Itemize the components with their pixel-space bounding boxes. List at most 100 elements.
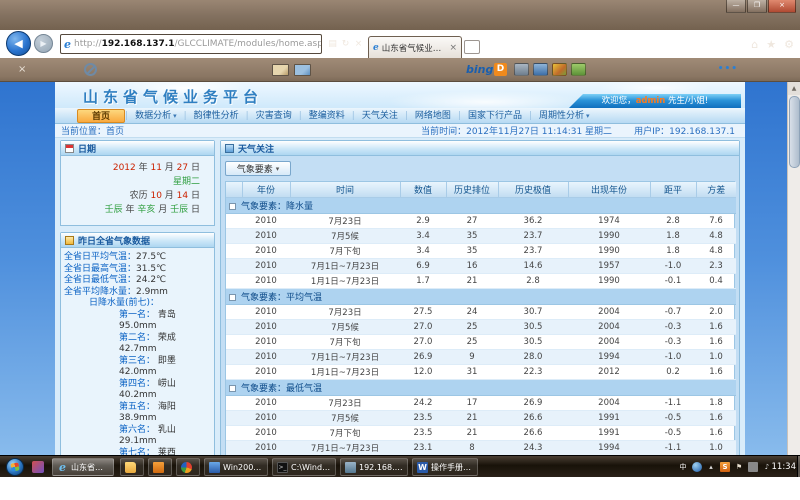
table-cell: -0.7 bbox=[650, 305, 696, 320]
forward-button[interactable]: ▶ bbox=[34, 34, 53, 53]
nav-item-8[interactable]: 周期性分析▾ bbox=[532, 109, 597, 123]
close-button[interactable]: × bbox=[768, 0, 796, 13]
palette-icon[interactable] bbox=[552, 63, 567, 76]
browser-tab[interactable]: e 山东省气候业务平... × bbox=[368, 36, 462, 58]
bing-logo[interactable]: bing bbox=[466, 63, 493, 76]
taskbar-button-circle[interactable] bbox=[176, 458, 200, 476]
group-checkbox[interactable] bbox=[229, 203, 236, 210]
group-title: 气象要素：最低气温 bbox=[241, 384, 322, 394]
table-cell: -1.1 bbox=[650, 396, 696, 411]
date-line: 星期二 bbox=[65, 175, 200, 189]
table-cell: -0.5 bbox=[650, 411, 696, 426]
table-cell: 0.2 bbox=[650, 365, 696, 380]
messenger-icon[interactable] bbox=[533, 63, 548, 76]
taskbar-button-blue[interactable]: Win2008 (VS2... bbox=[204, 458, 268, 476]
table-cell: 1994 bbox=[568, 350, 650, 365]
start-button[interactable] bbox=[6, 458, 24, 476]
quick-launch-icon[interactable] bbox=[32, 461, 44, 473]
table-cell: 21 bbox=[446, 274, 498, 289]
table-cell: 26.6 bbox=[498, 411, 568, 426]
nav-dropdown-caret-icon: ▾ bbox=[586, 112, 590, 120]
table-cell: 30.5 bbox=[498, 320, 568, 335]
tools-gear-icon[interactable]: ⚙ bbox=[784, 38, 794, 51]
nav-item-4[interactable]: 整编资料 bbox=[302, 109, 352, 123]
table-cell: -1.0 bbox=[650, 350, 696, 365]
table-cell: 2010 bbox=[242, 335, 290, 350]
taskbar-button-remote[interactable]: 192.168.59.99... bbox=[340, 458, 408, 476]
taskbar-button-folder[interactable] bbox=[120, 458, 144, 476]
taskbar-button-word[interactable]: W操作手册.docx ... bbox=[412, 458, 478, 476]
blocked-content-icon[interactable] bbox=[84, 63, 97, 76]
group-checkbox[interactable] bbox=[229, 385, 236, 392]
taskbar-button-orange[interactable] bbox=[148, 458, 172, 476]
browser-scrollbar[interactable]: ▲ bbox=[787, 82, 800, 478]
d-badge-icon[interactable]: D bbox=[494, 63, 507, 76]
back-button[interactable]: ◀ bbox=[6, 31, 31, 56]
mail-card-icon[interactable] bbox=[294, 64, 311, 76]
table-cell: 17 bbox=[446, 396, 498, 411]
browser-command-row: × bing D ••• bbox=[0, 58, 800, 82]
table-cell: 4.8 bbox=[696, 229, 736, 244]
flag-icon[interactable]: ⚑ bbox=[734, 462, 744, 472]
table-cell: 7月1日~7月23日 bbox=[290, 441, 400, 456]
remote-icon bbox=[345, 462, 356, 473]
refresh-button[interactable]: ↻ bbox=[339, 36, 352, 52]
table-cell: 1月1日~7月23日 bbox=[290, 274, 400, 289]
minimize-button[interactable]: — bbox=[726, 0, 746, 13]
content-area: 日期 2012 年 11 月 27 日星期二农历 10 月 14 日壬辰 年 辛… bbox=[55, 138, 745, 478]
close-toolbar-icon[interactable]: × bbox=[18, 64, 26, 75]
table-cell: 27 bbox=[446, 214, 498, 229]
up-arrow-icon[interactable]: ▴ bbox=[706, 462, 716, 472]
nav-item-6[interactable]: 网络地图 bbox=[408, 109, 458, 123]
url-host: 192.168.137.1 bbox=[102, 39, 175, 49]
table-cell: 2010 bbox=[242, 305, 290, 320]
nav-item-1[interactable]: 数据分析▾ bbox=[128, 109, 184, 123]
nav-item-label: 韵律性分析 bbox=[194, 111, 239, 121]
element-filter-button[interactable]: 气象要素 ▾ bbox=[225, 161, 291, 176]
im-icon[interactable] bbox=[692, 462, 702, 472]
new-tab-button[interactable] bbox=[464, 40, 480, 54]
taskbar-clock[interactable]: 11:34 bbox=[772, 456, 797, 478]
maximize-button[interactable]: ❐ bbox=[747, 0, 767, 13]
page-title: 山东省气候业务平台 bbox=[83, 86, 263, 107]
favorites-icon[interactable]: ★ bbox=[766, 38, 776, 51]
welcome-suffix: 先生/小姐! bbox=[665, 96, 708, 106]
table-cell: 7月23日 bbox=[290, 396, 400, 411]
scrollbar-thumb[interactable] bbox=[789, 96, 800, 168]
nav-item-5[interactable]: 天气关注 bbox=[355, 109, 405, 123]
tab-title: 山东省气候业务平... bbox=[382, 42, 446, 54]
apps-puzzle-icon[interactable] bbox=[571, 63, 586, 76]
language-indicator[interactable]: 中 bbox=[678, 462, 688, 472]
table-cell: 2.3 bbox=[696, 259, 736, 274]
address-bar[interactable]: e http://192.168.137.1/GLCCLIMATE/module… bbox=[60, 34, 322, 54]
network-icon[interactable] bbox=[748, 462, 758, 472]
welcome-ribbon: 欢迎您，admin 先生/小姐! bbox=[569, 94, 741, 108]
toolbar-overflow-icon[interactable]: ••• bbox=[718, 64, 738, 74]
compatibility-view-icon[interactable]: ▤ bbox=[326, 36, 339, 52]
table-cell: 23.1 bbox=[400, 441, 446, 456]
weather-watch-icon bbox=[225, 144, 234, 153]
gallery-card-icon[interactable] bbox=[272, 64, 289, 76]
sogou-icon[interactable]: S bbox=[720, 462, 730, 472]
table-cell: 1.7 bbox=[400, 274, 446, 289]
nav-item-2[interactable]: 韵律性分析 bbox=[187, 109, 246, 123]
scrollbar-up-arrow[interactable]: ▲ bbox=[788, 82, 800, 95]
table-cell: 2004 bbox=[568, 320, 650, 335]
nav-item-3[interactable]: 灾害查询 bbox=[249, 109, 299, 123]
table-cell: 1957 bbox=[568, 259, 650, 274]
tab-close-icon[interactable]: × bbox=[449, 43, 457, 53]
table-cell: 9 bbox=[446, 350, 498, 365]
nav-item-0[interactable]: 首页 bbox=[77, 109, 125, 123]
home-icon[interactable]: ⌂ bbox=[751, 38, 758, 51]
taskbar-button-ie[interactable]: e山东省气候业... bbox=[52, 458, 114, 476]
taskbar-button-label: Win2008 (VS2... bbox=[223, 463, 263, 472]
page-wrapper: 山东省气候业务平台 欢迎您，admin 先生/小姐! 首页|数据分析▾|韵律性分… bbox=[55, 82, 745, 478]
orange-icon bbox=[153, 462, 164, 473]
stop-button[interactable]: × bbox=[352, 36, 365, 52]
nav-item-7[interactable]: 国家下行产品 bbox=[461, 109, 529, 123]
camera-icon[interactable] bbox=[514, 63, 529, 76]
rank-item: 第三名： 即墨 42.0mm bbox=[64, 356, 212, 379]
group-checkbox[interactable] bbox=[229, 294, 236, 301]
volume-icon[interactable]: ♪ bbox=[762, 462, 772, 472]
taskbar-button-console[interactable]: >_C:\Windows\s... bbox=[272, 458, 336, 476]
